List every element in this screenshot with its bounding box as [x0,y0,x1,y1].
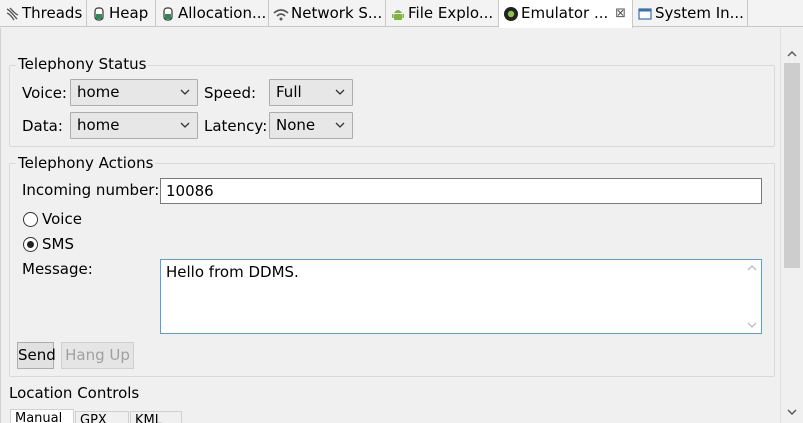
data-select[interactable]: home [70,112,198,139]
speed-select[interactable]: Full [269,79,353,106]
voice-radio-label[interactable]: Voice [42,210,82,228]
sms-radio-label[interactable]: SMS [42,235,74,253]
chevron-up-icon[interactable] [786,48,798,60]
data-label: Data: [22,117,63,135]
message-scrollbar[interactable] [743,260,761,333]
telephony-actions-title: Telephony Actions [16,154,156,172]
chevron-down-icon [335,89,345,95]
data-select-value: home [77,116,120,134]
voice-select-value: home [77,83,120,101]
send-button[interactable]: Send [17,342,56,369]
tab-network[interactable]: Network S... [269,0,386,27]
incoming-number-value: 10086 [166,182,214,200]
speed-select-value: Full [276,83,302,101]
threads-icon [6,7,19,21]
chevron-down-icon [335,122,345,128]
latency-select-value: None [276,116,316,134]
tab-kml[interactable]: KML [130,411,182,423]
close-icon[interactable]: ⊠ [615,0,626,27]
incoming-number-input[interactable]: 10086 [160,178,762,204]
chevron-down-icon [180,89,190,95]
tab-label: System In... [655,4,744,22]
message-value: Hello from DDMS. [166,263,299,281]
wifi-icon [273,9,289,21]
tab-label: Threads [22,4,83,22]
scrollbar-thumb[interactable] [784,63,800,268]
tab-emulator-control[interactable]: Emulator ... ⊠ [499,0,633,28]
android-icon [392,10,404,20]
allocation-icon [163,7,173,21]
tab-label: Allocation... [178,4,267,22]
tab-system-info[interactable]: System In... [633,0,748,27]
tab-label: Heap [109,4,149,22]
tab-label: File Explo... [408,4,494,22]
window-icon [638,8,652,20]
speed-label: Speed: [204,84,257,102]
chevron-down-icon [180,122,190,128]
voice-select[interactable]: home [70,79,198,106]
hang-up-button[interactable]: Hang Up [61,342,134,369]
location-controls-title: Location Controls [9,384,140,402]
message-textarea[interactable]: Hello from DDMS. [160,259,762,334]
tab-label: Emulator ... [521,4,609,22]
tab-heap[interactable]: Heap [87,0,156,27]
tab-label: Network S... [291,4,383,22]
chevron-down-icon[interactable] [746,320,758,330]
latency-label: Latency: [204,117,268,135]
view-tab-bar: Threads Heap Allocation... Network S... … [0,0,803,28]
tab-file-explorer[interactable]: File Explo... [386,0,499,27]
chevron-down-icon[interactable] [786,406,798,418]
tab-gpx[interactable]: GPX [75,411,129,423]
emulator-icon [504,7,518,21]
voice-radio[interactable] [23,212,38,227]
message-label: Message: [22,260,93,278]
latency-select[interactable]: None [269,112,353,139]
voice-label: Voice: [22,84,67,102]
tab-threads[interactable]: Threads [0,0,87,27]
heap-icon [94,7,104,21]
chevron-up-icon[interactable] [746,263,758,273]
emulator-control-panel: Telephony Status Voice: home Speed: Full… [0,28,781,423]
tab-allocation[interactable]: Allocation... [156,0,269,27]
tab-manual[interactable]: Manual [10,409,74,423]
sms-radio[interactable] [23,237,38,252]
radio-selected-dot [27,241,34,248]
panel-scrollbar[interactable] [780,28,803,423]
incoming-number-label: Incoming number: [22,181,160,199]
telephony-status-title: Telephony Status [16,55,149,73]
